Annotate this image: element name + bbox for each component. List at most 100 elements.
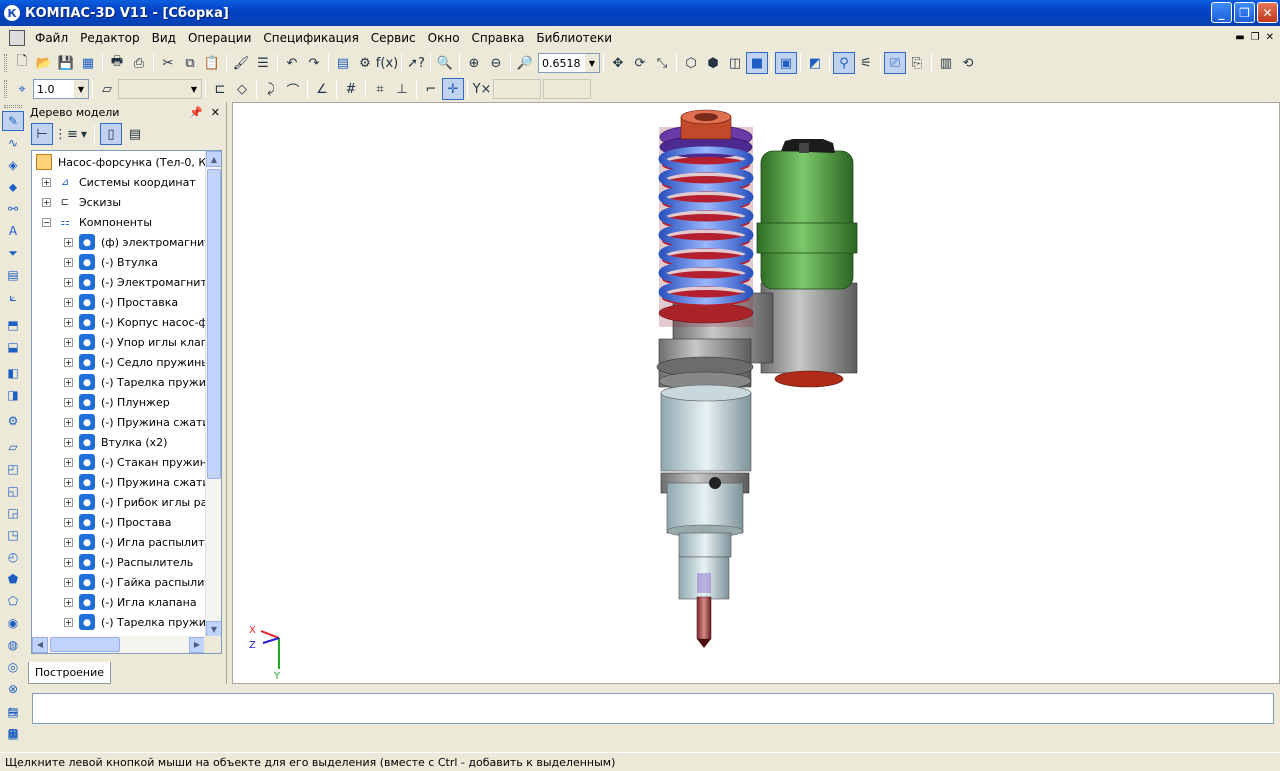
document-icon[interactable] bbox=[9, 30, 25, 46]
tree-item[interactable]: + Втулка (x2) bbox=[64, 432, 167, 452]
expand-icon[interactable]: + bbox=[64, 257, 73, 267]
mdi-restore-icon[interactable]: ❐ bbox=[1251, 32, 1260, 43]
paste-icon[interactable]: 📋 bbox=[201, 52, 223, 74]
hidden-thin-icon[interactable]: ◫ bbox=[724, 52, 746, 74]
expand-icon[interactable]: + bbox=[64, 397, 73, 407]
orientation-icon[interactable]: ⤡ bbox=[651, 52, 673, 74]
parameters-icon[interactable]: ⎘ bbox=[906, 52, 928, 74]
tree-item[interactable]: + (-) Втулка bbox=[64, 252, 158, 272]
manager-icon[interactable]: ▤ bbox=[332, 52, 354, 74]
tree-mode-icon[interactable]: ⋮≡ bbox=[54, 123, 78, 145]
grid-icon[interactable]: # bbox=[340, 78, 362, 100]
parallel-icon[interactable]: ◳ bbox=[2, 525, 24, 545]
kompas-logo-icon[interactable]: К bbox=[4, 5, 20, 21]
expand-icon[interactable]: + bbox=[64, 477, 73, 487]
save-all-icon[interactable]: ▦ bbox=[77, 52, 99, 74]
pan-icon[interactable]: ✥ bbox=[607, 52, 629, 74]
snap-point-icon[interactable]: ⌗ bbox=[369, 78, 391, 100]
expand-icon[interactable]: + bbox=[64, 537, 73, 547]
print-icon[interactable]: 🖶 bbox=[106, 52, 128, 74]
rebuild-icon[interactable]: ⟲ bbox=[957, 52, 979, 74]
expand-icon[interactable]: + bbox=[64, 317, 73, 327]
chevron-down-icon[interactable]: ▼ bbox=[74, 80, 88, 98]
dimension-icon[interactable]: A bbox=[2, 221, 24, 241]
properties-icon[interactable]: ☰ bbox=[252, 52, 274, 74]
expand-icon[interactable]: + bbox=[64, 417, 73, 427]
tree-item[interactable]: + (-) Простава bbox=[64, 512, 171, 532]
pump-body[interactable] bbox=[656, 338, 754, 648]
zoom-scale-icon[interactable]: 🔎 bbox=[514, 52, 536, 74]
tree-item[interactable]: + (-) Гайка распылит bbox=[64, 572, 211, 592]
cut-extrude-icon[interactable]: ⬠ bbox=[2, 591, 24, 611]
tree-view-icon[interactable]: ⊢ bbox=[31, 123, 53, 145]
pin-icon[interactable]: 📌 bbox=[189, 106, 203, 119]
tree-item[interactable]: + (-) Электромагнит bbox=[64, 272, 207, 292]
edit-assembly-icon[interactable]: ✎ bbox=[2, 111, 24, 131]
zoom-in-icon[interactable]: ⊕ bbox=[463, 52, 485, 74]
tree-item[interactable]: + (ф) электромагнита bbox=[64, 232, 217, 252]
toolbar-grip[interactable] bbox=[4, 80, 7, 98]
expand-icon[interactable]: + bbox=[64, 237, 73, 247]
fillet-icon[interactable]: ◍ bbox=[2, 635, 24, 655]
move-component-icon[interactable]: ▱ bbox=[2, 437, 24, 457]
menu-service[interactable]: Сервис bbox=[365, 31, 422, 45]
tree-item[interactable]: − ⚏ Компоненты bbox=[42, 212, 152, 232]
library-manager-icon[interactable]: ⚙ bbox=[354, 52, 376, 74]
redo-icon[interactable]: ↷ bbox=[303, 52, 325, 74]
print-preview-icon[interactable]: ⎙ bbox=[128, 52, 150, 74]
mdi-close-icon[interactable]: ✕ bbox=[1266, 32, 1274, 43]
variables-icon[interactable]: f(x) bbox=[376, 52, 398, 74]
expand-icon[interactable]: + bbox=[64, 517, 73, 527]
expand-icon[interactable]: + bbox=[42, 177, 51, 187]
chevron-down-icon[interactable]: ▼ bbox=[187, 80, 201, 98]
menu-libraries[interactable]: Библиотеки bbox=[530, 31, 618, 45]
tree-item[interactable]: + (-) Пружина сжатия bbox=[64, 472, 216, 492]
zoom-window-icon[interactable]: 🔍 bbox=[434, 52, 456, 74]
y-coord-field[interactable] bbox=[543, 79, 591, 99]
angle-icon[interactable]: ∠ bbox=[311, 78, 333, 100]
expand-icon[interactable]: + bbox=[64, 337, 73, 347]
wireframe-icon[interactable]: ⬡ bbox=[680, 52, 702, 74]
step-combo[interactable]: 1.0 ▼ bbox=[33, 79, 89, 99]
hole-icon[interactable]: ◉ bbox=[2, 613, 24, 633]
properties-field[interactable] bbox=[32, 693, 1274, 724]
tree-item[interactable]: + (-) Седло пружины bbox=[64, 352, 210, 372]
section-icon[interactable]: ⊗ bbox=[2, 679, 24, 699]
scroll-down-icon[interactable]: ▼ bbox=[206, 621, 221, 637]
toolbar-grip[interactable] bbox=[4, 54, 7, 72]
close-icon[interactable]: ✕ bbox=[1257, 2, 1278, 23]
assembly-model[interactable]: X Z Y bbox=[233, 103, 1279, 683]
shaded-icon[interactable]: ■ bbox=[746, 52, 768, 74]
scroll-thumb[interactable] bbox=[207, 169, 221, 479]
tree-item[interactable]: + ⊏ Эскизы bbox=[42, 192, 121, 212]
cursor-step-icon[interactable]: ⌖ bbox=[11, 78, 33, 100]
expand-icon[interactable]: + bbox=[64, 577, 73, 587]
orthogonal-icon[interactable]: ⤸ bbox=[260, 78, 282, 100]
expand-icon[interactable]: + bbox=[64, 297, 73, 307]
tree-item[interactable]: + (-) Плунжер bbox=[64, 392, 170, 412]
open-icon[interactable]: 📂 bbox=[33, 52, 55, 74]
tree-item[interactable]: + ⊿ Системы координат bbox=[42, 172, 196, 192]
vertical-scrollbar[interactable]: ▲ ▼ bbox=[205, 151, 221, 637]
shaded-edges-icon[interactable]: ▣ bbox=[775, 52, 797, 74]
menu-window[interactable]: Окно bbox=[422, 31, 466, 45]
tree-item[interactable]: + (-) Пружина сжатия bbox=[64, 412, 216, 432]
chevron-down-icon[interactable]: ▼ bbox=[585, 54, 599, 72]
properties-panel-icon[interactable]: ▤ bbox=[2, 702, 24, 722]
rotate-component-icon[interactable]: ◰ bbox=[2, 459, 24, 479]
zoom-combo[interactable]: 0.6518 ▼ bbox=[538, 53, 600, 73]
tree-item[interactable]: + (-) Игла клапана bbox=[64, 592, 197, 612]
step-icon[interactable]: ⌐ bbox=[420, 78, 442, 100]
tab-construction[interactable]: Построение bbox=[28, 662, 112, 684]
chamfer-icon[interactable]: ◎ bbox=[2, 657, 24, 677]
array-icon[interactable]: ⬥ bbox=[2, 177, 24, 197]
help-pointer-icon[interactable]: ➚? bbox=[405, 52, 427, 74]
mdi-minimize-icon[interactable]: ▬ bbox=[1235, 32, 1244, 43]
cut-icon[interactable]: ✂ bbox=[157, 52, 179, 74]
scroll-right-icon[interactable]: ▶ bbox=[189, 636, 205, 653]
expand-icon[interactable]: + bbox=[64, 377, 73, 387]
tree-item[interactable]: + (-) Корпус насос-фо bbox=[64, 312, 215, 332]
tree-item[interactable]: + (-) Стакан пружины bbox=[64, 452, 216, 472]
report-icon[interactable]: ▥ bbox=[935, 52, 957, 74]
close-icon[interactable]: ✕ bbox=[211, 106, 220, 119]
